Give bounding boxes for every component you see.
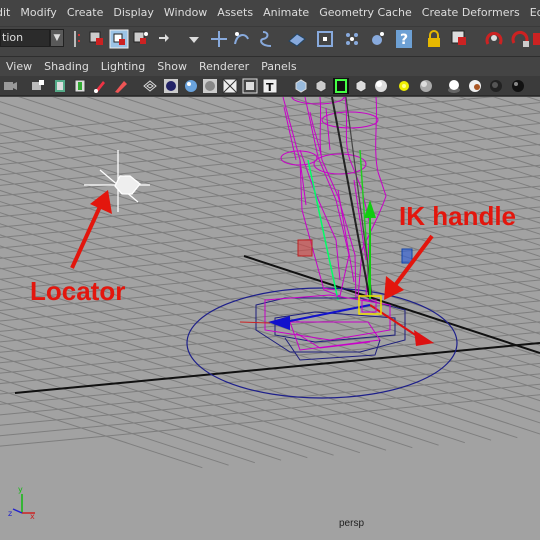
snap-to-plane-icon[interactable] [287,29,307,49]
chevron-down-icon[interactable]: ▼ [50,29,64,47]
locator-annotation: Locator [30,276,126,306]
smooth-shade-wire-icon[interactable] [183,78,199,94]
light-bulb-icon[interactable] [396,78,412,94]
menu-edit[interactable]: dit [0,0,15,26]
pole-vector-marker[interactable] [297,239,313,257]
pole-vector-marker-blue[interactable] [401,248,413,264]
shadows-icon[interactable] [418,78,434,94]
anti-aliasing-icon[interactable] [510,78,526,94]
panel-toolbar: T [0,76,540,96]
selection-mask-more-icon[interactable] [533,29,540,49]
panel-menu-lighting[interactable]: Lighting [95,60,151,73]
menu-modify[interactable]: Modify [15,0,61,26]
xray-joints-icon[interactable] [333,78,349,94]
ambient-occlusion-icon[interactable] [467,78,483,94]
select-by-component-icon[interactable] [131,29,151,49]
selection-mask-icon[interactable] [156,29,176,49]
menu-animate[interactable]: Animate [258,0,314,26]
textured-icon[interactable] [222,78,238,94]
selection-mask-down-icon[interactable] [184,29,204,49]
make-live-icon[interactable] [342,29,362,49]
panel-menu-shading[interactable]: Shading [38,60,95,73]
panel-menu-panels[interactable]: Panels [255,60,302,73]
menu-window[interactable]: Window [159,0,212,26]
snap-to-grid-icon[interactable] [257,29,277,49]
history-icon[interactable] [511,29,531,49]
two-d-pan-icon[interactable] [72,78,88,94]
text-overlay-icon[interactable]: T [262,78,278,94]
use-default-lights-icon[interactable] [242,78,258,94]
ik-handle-annotation: IK handle [399,201,517,231]
menu-create[interactable]: Create [62,0,109,26]
camera-name-label: persp [339,518,365,529]
wireframe-shading-icon[interactable] [142,78,158,94]
svg-text:y: y [18,485,23,494]
svg-text:z: z [8,509,12,518]
svg-text:T: T [266,81,274,94]
backface-culling-icon[interactable] [353,78,369,94]
camera-bookmark-icon[interactable] [30,78,46,94]
menu-geometry-cache[interactable]: Geometry Cache [314,0,417,26]
panel-menu-show[interactable]: Show [151,60,193,73]
svg-text:x: x [30,512,35,521]
view-axis-indicator: y x z [8,485,35,521]
menu-assets[interactable]: Assets [212,0,258,26]
panel-menu-bar: View Shading Lighting Show Renderer Pane… [0,56,540,76]
lock-icon[interactable] [424,29,444,49]
motion-blur-icon[interactable] [488,78,504,94]
smooth-shade-icon[interactable] [163,78,179,94]
snap-to-curve-icon[interactable] [232,29,252,49]
isolate-select-icon[interactable] [293,78,309,94]
high-quality-icon[interactable] [446,78,462,94]
menu-set-dropdown[interactable]: tion [0,29,50,47]
panel-menu-view[interactable]: View [0,60,38,73]
menu-create-deformers[interactable]: Create Deformers [417,0,525,26]
grease-pencil-icon[interactable] [92,78,108,94]
camera-attributes-icon[interactable] [2,78,18,94]
render-icon[interactable] [450,29,470,49]
svg-text:?: ? [400,32,408,48]
viewport-scene: y x z [0,97,540,521]
pencil-icon[interactable] [113,78,129,94]
magnet-icon[interactable] [368,29,388,49]
image-plane-icon[interactable] [52,78,68,94]
menu-display[interactable]: Display [108,0,159,26]
snap-to-point-icon[interactable] [315,29,335,49]
main-menu-bar: dit Modify Create Display Window Assets … [0,0,540,26]
grid-axis-z [243,255,540,354]
select-by-hierarchy-icon[interactable] [87,29,107,49]
bounding-box-icon[interactable] [373,78,389,94]
default-material-icon[interactable] [202,78,218,94]
select-by-object-icon[interactable] [109,29,129,49]
status-line: tion ▼ ? [0,26,540,50]
help-icon[interactable]: ? [394,29,414,49]
persp-viewport[interactable]: y x z Locator IK handle persp [0,97,540,540]
x-ray-icon[interactable] [313,78,329,94]
menu-edit-right[interactable]: Edit [525,0,540,26]
panel-menu-renderer[interactable]: Renderer [193,60,255,73]
ipr-render-icon[interactable] [485,29,505,49]
move-tool-icon[interactable] [209,29,229,49]
